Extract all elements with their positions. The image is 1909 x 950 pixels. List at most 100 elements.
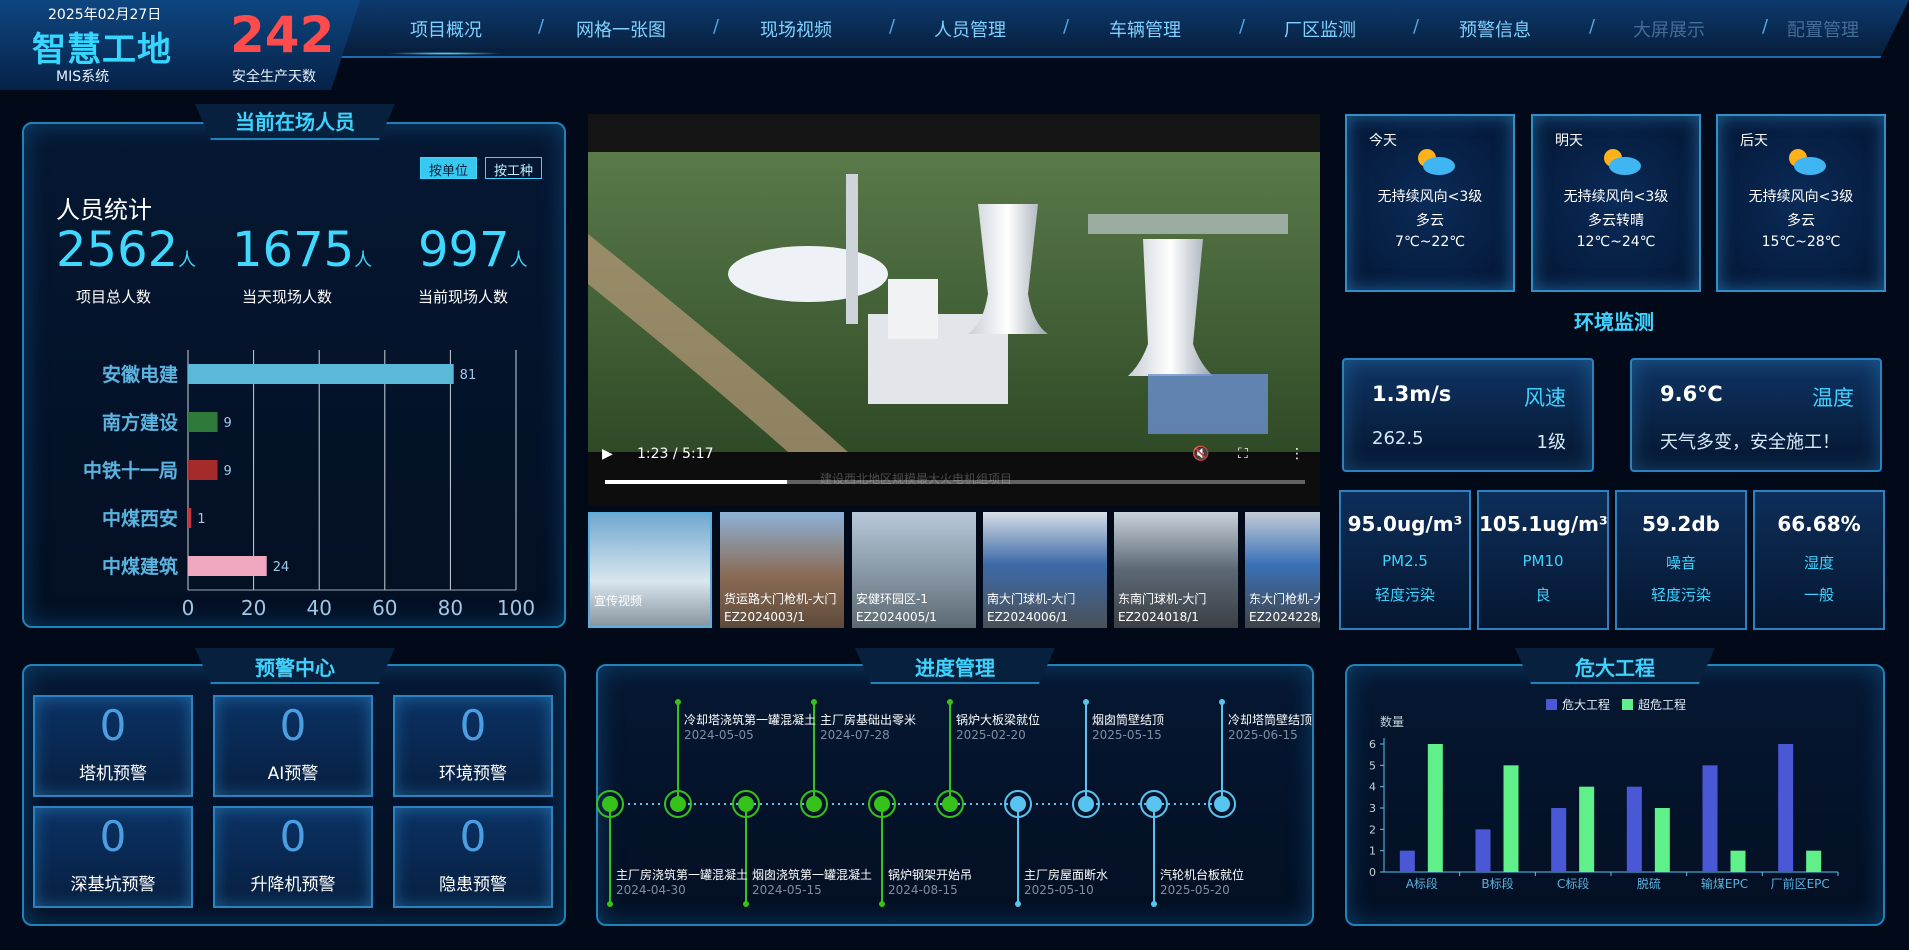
fullscreen-icon[interactable]: ⛶ [1238, 446, 1248, 462]
bar [188, 556, 267, 576]
warning-count: 0 [99, 701, 127, 750]
ai-warning[interactable]: 0 AI预警 [213, 695, 373, 797]
x-tick-label: 100 [497, 596, 535, 620]
nav-item-alerts[interactable]: 预警信息 [1459, 16, 1531, 42]
nav-active-indicator [385, 52, 505, 55]
nav-separator: / [1063, 16, 1070, 37]
wind-level: 1级 [1536, 432, 1566, 453]
legend-label: 危大工程 [1562, 697, 1610, 712]
milestone-date: 2025-05-10 [1024, 883, 1094, 897]
toggle-by-trade[interactable]: 按工种 [485, 157, 543, 179]
noise-card: 59.2db 噪音 轻度污染 [1615, 490, 1747, 630]
milestone-date: 2025-05-20 [1160, 883, 1230, 897]
milestone-date: 2025-05-15 [1092, 728, 1162, 742]
nav-item-plant-monitor[interactable]: 厂区监测 [1284, 16, 1356, 42]
deep-pit-warning[interactable]: 0 深基坑预警 [33, 806, 193, 908]
total-people: 2562人 [56, 222, 196, 278]
thumb-title: 宣传视频 [594, 594, 643, 608]
weather-card-tomorrow: 明天 无持续风向<3级 多云转晴 12℃~24℃ [1531, 114, 1701, 292]
y-tick-label: 4 [1369, 781, 1376, 794]
bar [1475, 829, 1491, 872]
warning-label: 环境预警 [439, 764, 507, 784]
pm25-value: 95.0ug/m³ [1347, 512, 1463, 536]
warning-label: 升降机预警 [250, 875, 336, 895]
play-icon[interactable]: ▶ [602, 446, 613, 462]
bar [1702, 765, 1718, 872]
y-tick-label: 0 [1369, 866, 1376, 879]
current-people-value: 997 [418, 222, 510, 278]
temperature-card: 9.6℃ 温度 天气多变，安全施工！ [1630, 358, 1882, 472]
wind-speed-value: 1.3m/s [1372, 382, 1452, 406]
video-thumb-promo[interactable]: 宣传视频 [588, 512, 712, 628]
partly-cloudy-icon [1418, 149, 1455, 175]
video-thumb-east-gate[interactable]: 东大门枪机-大 EZ2024228/ [1245, 512, 1320, 628]
nav-item-overview[interactable]: 项目概况 [410, 16, 482, 42]
weather-day: 后天 [1740, 133, 1768, 149]
milestone-node [874, 796, 890, 812]
nav-item-grid-map[interactable]: 网格一张图 [576, 16, 666, 42]
milestone-node [942, 796, 958, 812]
thumb-camera-id: EZ2024006/1 [987, 610, 1068, 624]
weather-temperature: 12℃~24℃ [1576, 234, 1656, 250]
weather-wind: 无持续风向<3级 [1377, 189, 1483, 205]
bar [188, 460, 218, 480]
y-category-label: 南方建设 [102, 411, 178, 434]
thumb-camera-id: EZ2024018/1 [1118, 610, 1199, 624]
nav-item-personnel[interactable]: 人员管理 [934, 16, 1006, 42]
nav-item-site-video[interactable]: 现场视频 [760, 16, 832, 42]
milestone-date: 2024-07-28 [820, 728, 890, 742]
milestone-stem-dot [1015, 901, 1021, 907]
video-thumb-southeast-gate[interactable]: 东南门球机-大门 EZ2024018/1 [1114, 512, 1238, 628]
unit-label: 人 [509, 250, 528, 271]
safety-days-count: 242 [230, 6, 335, 64]
wind-speed-label: 风速 [1524, 386, 1566, 410]
milestone-stem-dot [743, 901, 749, 907]
elevator-warning[interactable]: 0 升降机预警 [213, 806, 373, 908]
video-thumb-ehs-park[interactable]: 安健环园区-1 EZ2024005/1 [852, 512, 976, 628]
tower-crane-warning[interactable]: 0 塔机预警 [33, 695, 193, 797]
milestone-title: 主厂房基础出零米 [820, 713, 917, 727]
app-subtitle: MIS系统 [56, 69, 110, 85]
bar [1778, 744, 1794, 872]
video-time: 1:23 / 5:17 [637, 446, 714, 462]
thumb-camera-id: EZ2024005/1 [856, 610, 937, 624]
nav-item-config[interactable]: 配置管理 [1787, 16, 1859, 42]
bar [1626, 786, 1642, 872]
y-tick-label: 2 [1369, 823, 1376, 836]
nav-separator: / [713, 16, 720, 37]
current-date: 2025年02月27日 [48, 7, 162, 23]
y-category-label: 中煤西安 [102, 507, 178, 530]
thumb-title: 安健环园区-1 [856, 592, 928, 606]
milestone-stem-dot [811, 699, 817, 705]
milestone-stem-dot [879, 901, 885, 907]
milestone-title: 主厂房浇筑第一罐混凝土 [616, 868, 749, 882]
more-options-icon[interactable]: ⋮ [1290, 446, 1304, 462]
toggle-by-unit[interactable]: 按单位 [420, 157, 478, 179]
warning-label: 塔机预警 [79, 764, 147, 784]
nav-separator: / [889, 16, 896, 37]
nav-separator: / [1413, 16, 1420, 37]
milestone-date: 2024-04-30 [616, 883, 686, 897]
hazard-warning[interactable]: 0 隐患预警 [393, 806, 553, 908]
y-category-label: 中煤建筑 [102, 555, 178, 578]
warning-label: 深基坑预警 [70, 875, 156, 895]
mute-icon[interactable]: 🔇 [1192, 446, 1209, 462]
legend-swatch [1622, 699, 1633, 710]
total-people-value: 2562 [56, 222, 179, 278]
environment-warning[interactable]: 0 环境预警 [393, 695, 553, 797]
humidity-label: 湿度 [1803, 554, 1834, 572]
nav-item-vehicles[interactable]: 车辆管理 [1109, 16, 1181, 42]
milestone-date: 2024-05-05 [684, 728, 754, 742]
current-people: 997人 [418, 222, 528, 278]
milestone-node [1010, 796, 1026, 812]
thumb-title: 货运路大门枪机-大门 [724, 592, 837, 606]
thumb-title: 南大门球机-大门 [987, 592, 1076, 606]
video-thumb-south-gate[interactable]: 南大门球机-大门 EZ2024006/1 [983, 512, 1107, 628]
nav-item-big-screen[interactable]: 大屏展示 [1633, 16, 1705, 42]
milestone-node [602, 796, 618, 812]
video-thumb-cargo-gate[interactable]: 货运路大门枪机-大门 EZ2024003/1 [720, 512, 844, 628]
safety-tip: 天气多变，安全施工！ [1660, 432, 1840, 453]
milestone-node [738, 796, 754, 812]
milestone-title: 锅炉钢架开始吊 [888, 868, 973, 882]
weather-condition: 多云转晴 [1588, 213, 1644, 229]
